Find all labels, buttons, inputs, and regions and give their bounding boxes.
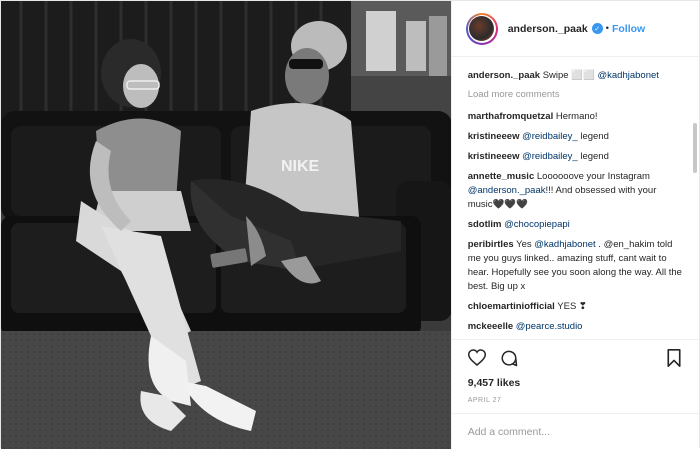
post-photo[interactable]: NIKE — [1, 1, 451, 449]
comment-username[interactable]: chloemartiniofficial — [468, 301, 555, 312]
comment-text: Hermano! — [555, 111, 598, 122]
comment-mention[interactable]: @reidbailey_ — [522, 131, 578, 142]
verified-badge-icon: ✓ — [591, 23, 603, 34]
avatar-image — [469, 16, 495, 41]
comment-text: Yes — [516, 239, 535, 250]
comment-username[interactable]: kristineeew — [468, 131, 520, 142]
comment-row: kristineeew @reidbailey_ legend — [468, 150, 683, 164]
comment-mention[interactable]: @chocopiepapi — [504, 219, 570, 230]
separator-dot: • — [605, 23, 609, 34]
post-side-panel: anderson._paak ✓ • Follow anderson._paak… — [450, 1, 699, 449]
comment-icon[interactable] — [498, 347, 520, 369]
comment-mention[interactable]: @anderson._paak — [468, 185, 546, 196]
comment-row: peribirtles Yes @kadhjabonet . @en_hakim… — [468, 238, 683, 294]
comments-list[interactable]: anderson._paak Swipe ⬜⬜ @kadhjabonet Loa… — [452, 57, 699, 339]
comment-text-tail: legend — [577, 131, 609, 142]
caption-mention[interactable]: @kadhjabonet — [598, 70, 659, 81]
comment-text: Loooooove your Instagram — [536, 171, 650, 182]
follow-button[interactable]: Follow — [612, 23, 645, 35]
comment-row: annette_music Loooooove your Instagram @… — [468, 170, 683, 212]
avatar[interactable] — [465, 12, 498, 45]
comments-scrollbar[interactable] — [693, 123, 697, 173]
load-more-comments-button[interactable]: Load more comments — [468, 89, 683, 100]
post-date[interactable]: APRIL 27 — [452, 391, 699, 413]
comment-mention[interactable]: @pearce.studio — [516, 321, 583, 332]
action-bar — [451, 339, 699, 375]
comment-row: sdotlim @chocopiepapi — [468, 218, 683, 232]
caption-text: Swipe ⬜⬜ — [542, 70, 595, 81]
photo-image: NIKE — [1, 1, 451, 449]
comment-row: marthafromquetzal Hermano! — [468, 110, 683, 124]
instagram-post: NIKE anderson._paak ✓ • Follow anderson.… — [0, 0, 700, 449]
likes-count[interactable]: 9,457 likes — [452, 375, 699, 391]
comment-mention[interactable]: @reidbailey_ — [522, 151, 578, 162]
bookmark-icon[interactable] — [663, 347, 685, 369]
post-header: anderson._paak ✓ • Follow — [451, 1, 699, 57]
comment-row: chloemartiniofficial YES ❣ — [468, 300, 683, 314]
comment-text-tail: legend — [577, 151, 609, 162]
comment-username[interactable]: peribirtles — [468, 239, 514, 250]
comment-username[interactable]: annette_music — [468, 171, 535, 182]
comment-text: YES ❣ — [557, 301, 587, 312]
username-link[interactable]: anderson._paak — [508, 23, 588, 35]
avatar-border — [467, 14, 496, 43]
caption-username[interactable]: anderson._paak — [468, 70, 540, 81]
add-comment-input[interactable]: Add a comment... — [451, 413, 699, 449]
svg-text:NIKE: NIKE — [281, 158, 320, 175]
comment-username[interactable]: mckeeelle — [468, 321, 513, 332]
comment-mention[interactable]: @kadhjabonet — [534, 239, 595, 250]
comment-username[interactable]: marthafromquetzal — [468, 111, 554, 122]
comment-username[interactable]: sdotlim — [468, 219, 502, 230]
comment-container: marthafromquetzal Hermano! kristineeew @r… — [468, 110, 683, 339]
comment-row: kristineeew @reidbailey_ legend — [468, 130, 683, 144]
caption: anderson._paak Swipe ⬜⬜ @kadhjabonet — [468, 69, 683, 83]
heart-icon[interactable] — [466, 347, 488, 369]
comment-username[interactable]: kristineeew — [468, 151, 520, 162]
comment-row: mckeeelle @pearce.studio — [468, 320, 683, 334]
